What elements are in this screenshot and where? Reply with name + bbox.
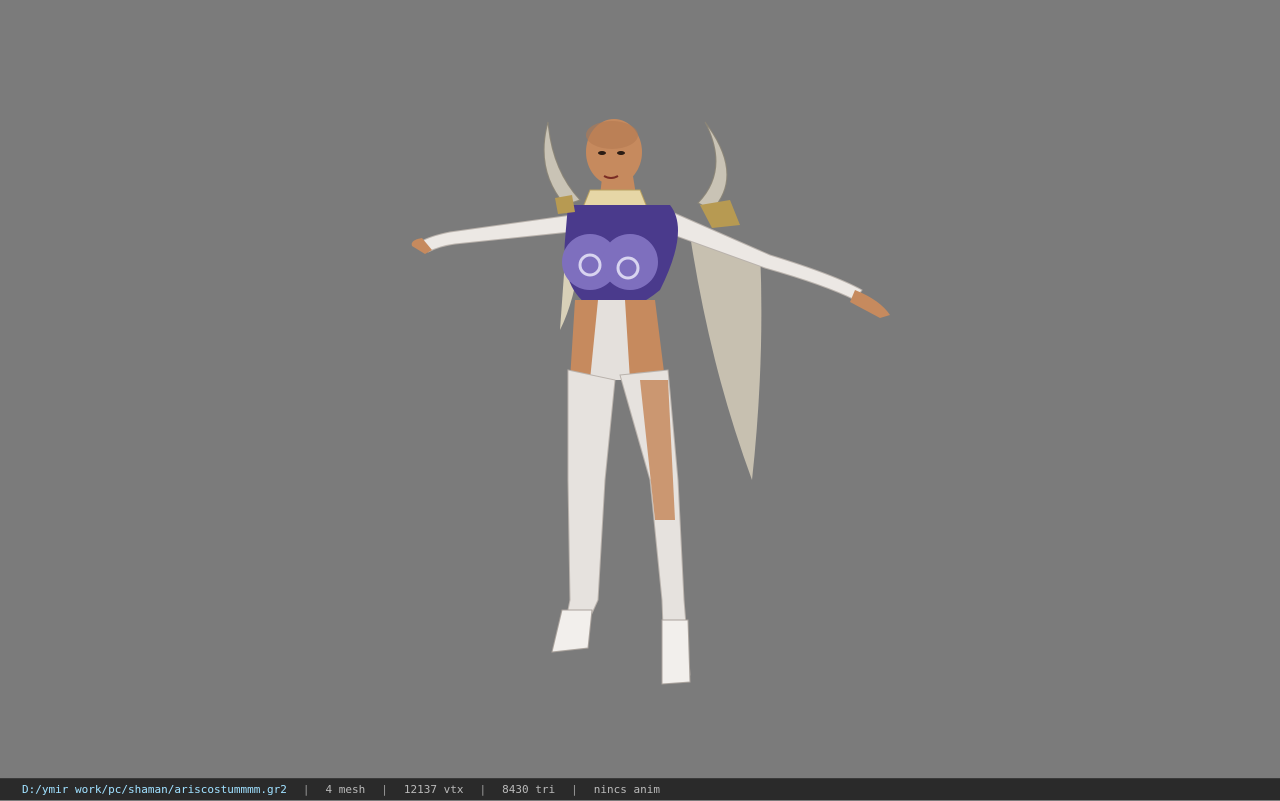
- file-path: D:/ymir work/pc/shaman/ariscostummmm.gr2: [22, 782, 287, 796]
- left-arm: [419, 214, 573, 253]
- hair-cap: [586, 121, 638, 149]
- separator: |: [479, 782, 487, 796]
- back-cloth-right: [690, 235, 762, 480]
- 3d-viewport[interactable]: [0, 0, 1280, 778]
- separator: |: [571, 782, 578, 796]
- right-crescent-wing: [697, 121, 728, 211]
- animation-status: nincs anim: [593, 782, 660, 796]
- character-model[interactable]: [0, 0, 1280, 778]
- left-leg: [561, 369, 616, 641]
- status-bar: D:/ymir work/pc/shaman/ariscostummmm.gr2…: [0, 778, 1280, 800]
- separator: |: [302, 782, 310, 796]
- left-crescent-wing: [543, 121, 581, 206]
- vertex-count: 12137 vtx: [403, 782, 464, 796]
- left-shoulder-ornament: [555, 195, 575, 214]
- mesh-count: 4 mesh: [325, 782, 366, 796]
- right-boot: [661, 619, 691, 685]
- right-shoulder-ornament: [700, 200, 740, 228]
- triangle-count: 8430 tri: [502, 782, 556, 796]
- separator: |: [381, 782, 388, 796]
- left-boot: [551, 609, 593, 653]
- right-hand: [850, 290, 890, 318]
